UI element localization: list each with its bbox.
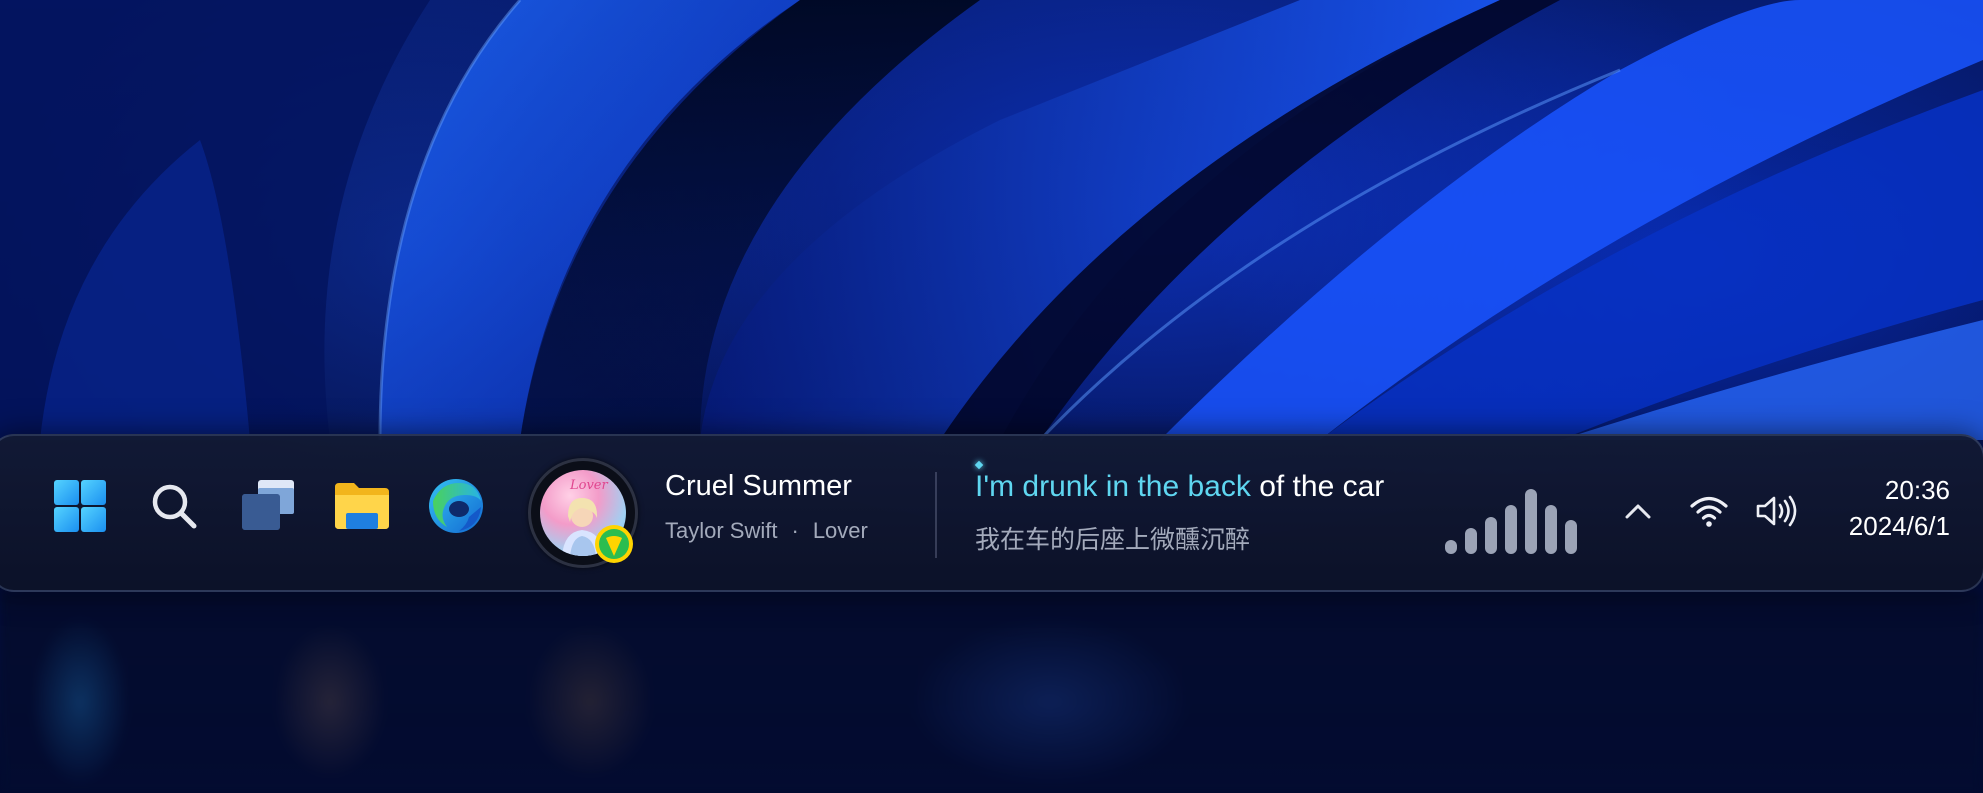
audio-visualizer [1445,486,1585,554]
visualizer-bar [1445,540,1457,554]
taskbar: Lover Cruel Summer Taylor Swift · Lover I'… [0,434,1983,592]
clock-date: 2024/6/1 [1848,511,1950,541]
chevron-up-icon[interactable] [1615,488,1661,534]
clock-time: 20:36 [1884,475,1950,505]
song-title[interactable]: Cruel Summer [665,470,852,503]
meta-separator: · [791,518,799,543]
lyric-translation: 我在车的后座上微醺沉醉 [975,525,1251,554]
widget-divider [935,472,937,558]
volume-icon[interactable] [1753,488,1799,534]
visualizer-bar [1505,505,1517,554]
visualizer-bar [1565,520,1577,554]
visualizer-bar [1485,517,1497,554]
qq-music-icon [595,525,633,563]
file-explorer-icon[interactable] [326,470,398,542]
task-view-icon[interactable] [232,470,304,542]
now-playing-album-art[interactable]: Lover [528,458,638,568]
song-artist: Taylor Swift [665,518,778,543]
edge-browser-icon[interactable] [420,470,492,542]
system-clock[interactable]: 20:36 2024/6/1 [1830,472,1950,544]
lyric-sung-part: I'm drunk in the back [975,470,1251,503]
song-album: Lover [812,518,868,543]
visualizer-bar [1545,505,1557,554]
lyric-unsung-part: of the car [1250,470,1385,503]
visualizer-bar [1525,489,1537,554]
song-meta[interactable]: Taylor Swift · Lover [665,518,868,544]
windows-start-icon[interactable] [44,470,116,542]
lyric-progress-marker [974,460,984,470]
visualizer-bar [1465,528,1477,554]
taskbar-reflection [0,592,1983,793]
desktop-wallpaper [0,0,1983,793]
wifi-icon[interactable] [1686,488,1732,534]
lyric-current-line[interactable]: I'm drunk in the back of the car [975,470,1384,504]
search-icon[interactable] [138,470,210,542]
